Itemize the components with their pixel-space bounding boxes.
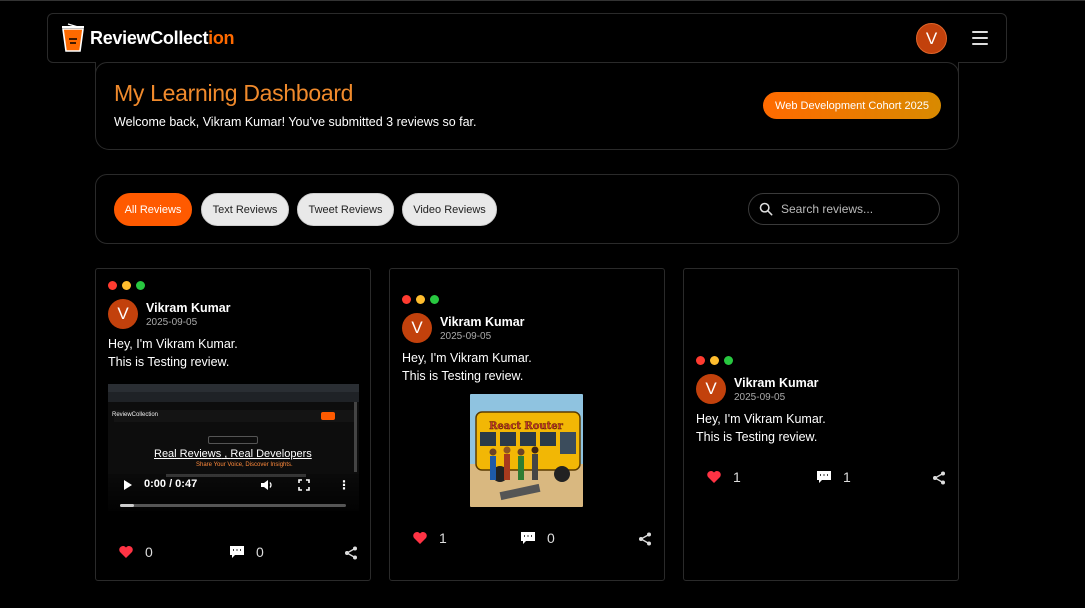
cup-logo-icon	[62, 23, 84, 52]
review-text-line: Hey, I'm Vikram Kumar.	[696, 412, 826, 426]
video-headline-a: Real Reviews	[154, 448, 222, 460]
comment-button[interactable]: 0	[229, 544, 264, 560]
video-frame-tagline: Share Your Voice, Discover Insights.	[196, 462, 293, 468]
page-title: My Learning Dashboard	[114, 80, 354, 106]
search-icon	[759, 202, 773, 216]
video-frame-headline: Real Reviews , Real Developers	[154, 448, 312, 460]
review-date: 2025-09-05	[146, 317, 198, 328]
card-actions: 1 1	[696, 469, 946, 489]
filter-bar: All Reviews Text Reviews Tweet Reviews V…	[95, 174, 959, 244]
video-frame-logo: ReviewCollection	[112, 412, 159, 418]
tab-all-reviews[interactable]: All Reviews	[114, 193, 192, 226]
logo-text-accent: ion	[208, 27, 235, 48]
user-avatar[interactable]: V	[916, 23, 947, 54]
video-frame-scrollbar	[354, 402, 357, 472]
comment-button[interactable]: 1	[816, 469, 851, 485]
video-progress-fill	[120, 504, 134, 507]
video-progress-track[interactable]	[120, 504, 346, 507]
heart-icon	[707, 471, 721, 483]
red-dot	[696, 356, 705, 365]
share-icon[interactable]	[344, 546, 358, 560]
review-card: V Vikram Kumar 2025-09-05 Hey, I'm Vikra…	[389, 268, 665, 581]
reviewer-avatar: V	[696, 374, 726, 404]
cohort-badge[interactable]: Web Development Cohort 2025	[763, 92, 941, 119]
reviewer-name: Vikram Kumar	[146, 301, 231, 315]
image-caption: React Router	[489, 421, 564, 432]
dashboard-header: My Learning Dashboard Welcome back, Vikr…	[95, 62, 959, 150]
like-button[interactable]: 1	[412, 530, 447, 546]
review-text-line: This is Testing review.	[402, 369, 524, 383]
comment-count: 1	[843, 469, 851, 485]
reviewer-name: Vikram Kumar	[440, 315, 525, 329]
comment-icon	[817, 471, 831, 483]
fullscreen-icon[interactable]	[298, 479, 310, 491]
green-dot	[430, 295, 439, 304]
hamburger-menu-icon[interactable]	[972, 31, 988, 45]
like-count: 1	[733, 469, 741, 485]
window-dots	[402, 295, 439, 304]
search-box[interactable]	[748, 193, 940, 225]
video-headline-b: Real Developers	[230, 448, 312, 460]
yellow-dot	[122, 281, 131, 290]
reviewer-avatar: V	[108, 299, 138, 329]
share-icon[interactable]	[638, 532, 652, 546]
review-card: V Vikram Kumar 2025-09-05 Hey, I'm Vikra…	[95, 268, 371, 581]
review-image[interactable]: React Router	[470, 394, 583, 507]
comment-button[interactable]: 0	[520, 530, 555, 546]
top-border	[0, 0, 1085, 1]
review-text-line: Hey, I'm Vikram Kumar.	[402, 351, 532, 365]
tab-tweet-reviews[interactable]: Tweet Reviews	[297, 193, 394, 226]
video-frame-button	[321, 412, 335, 420]
review-date: 2025-09-05	[734, 392, 786, 403]
logo-text-main: ReviewCollect	[90, 27, 209, 48]
green-dot	[136, 281, 145, 290]
play-icon[interactable]	[124, 480, 132, 490]
video-player[interactable]: ReviewCollection Real Reviews , Real Dev…	[108, 384, 359, 511]
video-time: 0:00 / 0:47	[144, 478, 198, 490]
review-text-line: This is Testing review.	[108, 355, 230, 369]
tab-video-reviews[interactable]: Video Reviews	[402, 193, 497, 226]
search-input[interactable]	[781, 202, 931, 216]
school-bus-illustration: React Router	[470, 394, 583, 507]
like-count: 0	[145, 544, 153, 560]
video-frame-browser-tabs	[108, 384, 359, 392]
red-dot	[108, 281, 117, 290]
window-dots	[696, 356, 733, 365]
red-dot	[402, 295, 411, 304]
review-text-line: This is Testing review.	[696, 430, 818, 444]
comment-count: 0	[256, 544, 264, 560]
review-card: V Vikram Kumar 2025-09-05 Hey, I'm Vikra…	[683, 268, 959, 581]
video-frame-pill	[208, 436, 258, 444]
like-button[interactable]: 1	[706, 469, 741, 485]
reviewer-avatar: V	[402, 313, 432, 343]
logo[interactable]: ReviewCollection	[60, 23, 235, 53]
video-frame-urlbar	[108, 392, 359, 402]
welcome-message: Welcome back, Vikram Kumar! You've submi…	[114, 115, 477, 129]
heart-icon	[119, 546, 133, 558]
heart-icon	[413, 532, 427, 544]
comment-icon	[230, 546, 244, 558]
reviewer-name: Vikram Kumar	[734, 376, 819, 390]
review-date: 2025-09-05	[440, 331, 492, 342]
navbar: ReviewCollection V	[47, 13, 1007, 63]
review-text-line: Hey, I'm Vikram Kumar.	[108, 337, 238, 351]
review-text: Hey, I'm Vikram Kumar. This is Testing r…	[108, 335, 358, 371]
like-button[interactable]: 0	[118, 544, 153, 560]
tab-text-reviews[interactable]: Text Reviews	[201, 193, 289, 226]
volume-icon[interactable]	[260, 478, 274, 492]
comment-count: 0	[547, 530, 555, 546]
logo-text: ReviewCollection	[90, 27, 235, 49]
yellow-dot	[416, 295, 425, 304]
card-actions: 1 0	[402, 530, 652, 550]
review-text: Hey, I'm Vikram Kumar. This is Testing r…	[696, 410, 946, 446]
card-actions: 0 0	[108, 544, 358, 564]
share-icon[interactable]	[932, 471, 946, 485]
review-text: Hey, I'm Vikram Kumar. This is Testing r…	[402, 349, 652, 385]
comment-icon	[521, 532, 535, 544]
window-dots	[108, 281, 145, 290]
like-count: 1	[439, 530, 447, 546]
green-dot	[724, 356, 733, 365]
yellow-dot	[710, 356, 719, 365]
more-options-icon[interactable]: ⋮	[338, 478, 350, 492]
